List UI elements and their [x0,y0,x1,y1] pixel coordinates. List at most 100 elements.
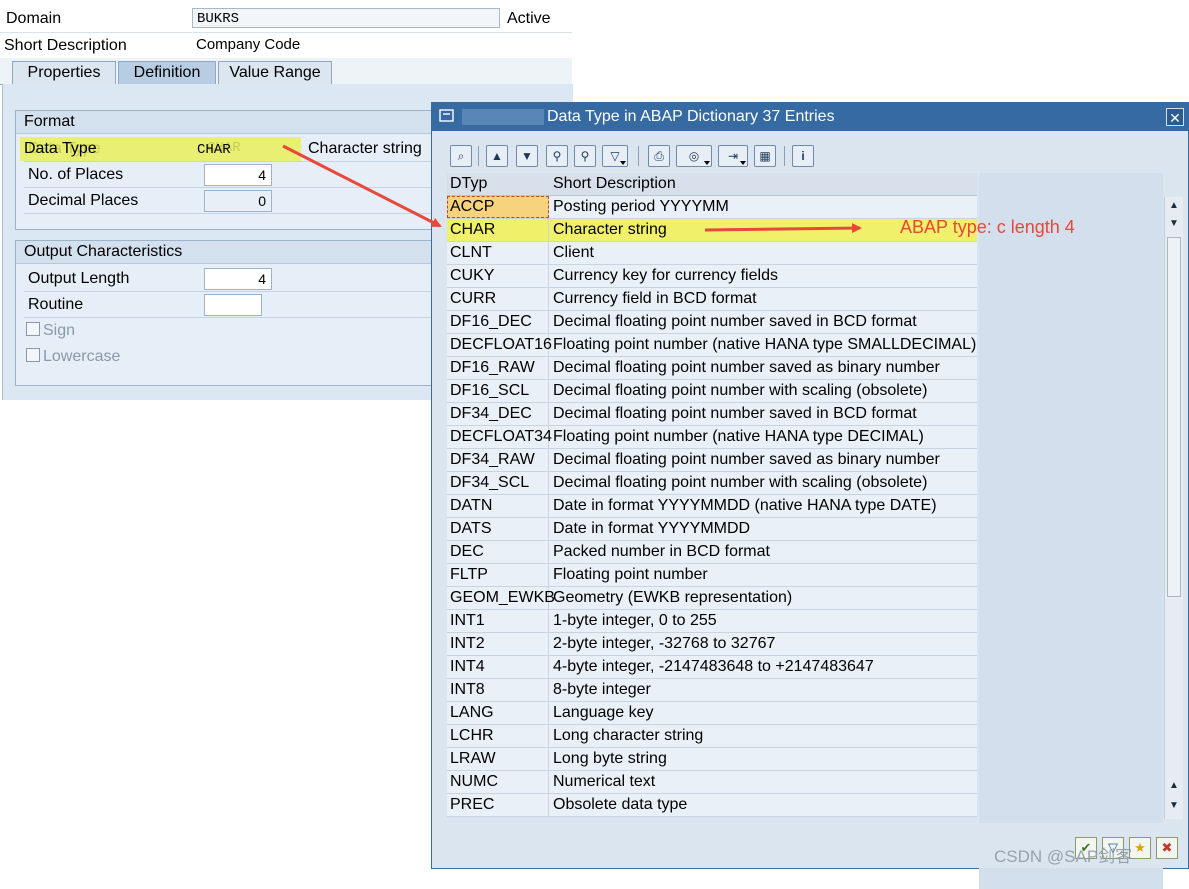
find-next-icon[interactable]: ⚲ [546,145,568,167]
list-item[interactable]: DATS Date in format YYYYMMDD [447,518,977,541]
cell-dtyp: LRAW [447,748,549,770]
places-input[interactable]: 4 [204,164,272,186]
list-item[interactable]: GEOM_EWKB Geometry (EWKB representation) [447,587,977,610]
places-label: No. of Places [28,166,124,183]
output-length-row: Output Length 4 [24,267,434,292]
cell-description: Client [553,244,594,261]
cell-description: Date in format YYYYMMDD (native HANA typ… [553,497,937,514]
output-length-input[interactable]: 4 [204,268,272,290]
tab-properties[interactable]: Properties [12,61,116,84]
list-item[interactable]: INT4 4-byte integer, -2147483648 to +2147… [447,656,977,679]
cell-description: Floating point number (native HANA type … [553,428,924,445]
column-dtyp[interactable]: DTyp [450,175,487,193]
sort-descending-icon[interactable]: ▼ [516,145,538,167]
cell-description: Packed number in BCD format [553,543,770,560]
list-item[interactable]: DF34_DEC Decimal floating point number sa… [447,403,977,426]
cell-description: Decimal floating point number saved as b… [553,451,940,468]
cell-description: Language key [553,704,654,721]
lowercase-checkbox[interactable]: Lowercase [26,348,120,366]
cell-description: Date in format YYYYMMDD [553,520,751,537]
cancel-icon[interactable]: ✖ [1156,837,1178,859]
sort-ascending-icon[interactable]: ▲ [486,145,508,167]
cell-description: Long character string [553,727,704,744]
list-item[interactable]: CLNT Client [447,242,977,265]
page-up-icon[interactable]: ▲ [1165,777,1183,795]
short-desc-field[interactable]: Company Code [192,35,572,55]
list-item[interactable]: DF34_RAW Decimal floating point number sa… [447,449,977,472]
favorite-add-icon[interactable]: ★ [1129,837,1151,859]
tab-strip: Properties Definition Value Range [0,58,572,85]
tab-value-range[interactable]: Value Range [218,61,332,84]
window-menu-icon[interactable] [439,109,455,123]
list-item[interactable]: DF16_RAW Decimal floating point number sa… [447,357,977,380]
close-icon: ✕ [1169,110,1181,126]
cell-description: 1-byte integer, 0 to 255 [553,612,717,629]
cell-dtyp: INT4 [447,656,549,678]
list-item[interactable]: NUMC Numerical text [447,771,977,794]
list-item[interactable]: DF16_SCL Decimal floating point number wi… [447,380,977,403]
layout-grid-icon[interactable]: ▦ [754,145,776,167]
routine-input[interactable] [204,294,262,316]
cell-dtyp: LANG [447,702,549,724]
sign-checkbox-box [26,322,40,336]
cell-description: Decimal floating point number saved as b… [553,359,940,376]
find-more-icon[interactable]: ⚲ [574,145,596,167]
annotation-text: ABAP type: c length 4 [900,217,1075,237]
cell-dtyp: DATS [447,518,549,540]
short-desc-row: Short Description Company Code [0,32,572,59]
list-item[interactable]: LCHR Long character string [447,725,977,748]
cell-dtyp: NUMC [447,771,549,793]
f4-help-dialog: Data Type in ABAP Dictionary 37 Entries … [431,102,1189,889]
scroll-up-icon[interactable]: ▲ [1165,197,1183,215]
filter-icon[interactable]: ▽ [602,145,628,167]
find-icon[interactable]: ⌕ [450,145,472,167]
list-item[interactable]: DF34_SCL Decimal floating point number wi… [447,472,977,495]
scroll-thumb[interactable] [1167,237,1181,597]
cell-description: Currency field in BCD format [553,290,757,307]
list-item[interactable]: DECFLOAT16 Floating point number (native … [447,334,977,357]
cell-dtyp: ACCP [447,196,549,218]
list-item[interactable]: CURR Currency field in BCD format [447,288,977,311]
list-item[interactable]: INT8 8-byte integer [447,679,977,702]
list-item[interactable]: DATN Date in format YYYYMMDD (native HANA… [447,495,977,518]
list-item[interactable]: CHAR Character string [447,219,977,242]
tab-definition[interactable]: Definition [118,61,216,84]
data-type-value-top[interactable]: CHAR [197,142,231,158]
list-item[interactable]: PREC Obsolete data type [447,794,977,817]
decimals-input[interactable]: 0 [204,190,272,212]
list-item[interactable]: INT2 2-byte integer, -32768 to 32767 [447,633,977,656]
routine-label: Routine [28,296,84,313]
domain-field[interactable]: BUKRS [192,8,500,28]
list-item[interactable]: DF16_DEC Decimal floating point number sa… [447,311,977,334]
list-header: DTyp Short Description [447,173,977,196]
list-item[interactable]: FLTP Floating point number [447,564,977,587]
cell-dtyp: DF34_RAW [447,449,549,471]
output-length-label: Output Length [28,270,130,287]
domain-row: Domain BUKRS Active [0,6,572,32]
page-down-icon[interactable]: ▼ [1165,797,1183,815]
cell-description: Currency key for currency fields [553,267,778,284]
list-item[interactable]: CUKY Currency key for currency fields [447,265,977,288]
close-button[interactable]: ✕ [1166,108,1184,126]
cell-description: Geometry (EWKB representation) [553,589,793,606]
dialog-titlebar[interactable]: Data Type in ABAP Dictionary 37 Entries … [432,103,1188,131]
list-item[interactable]: LANG Language key [447,702,977,725]
vertical-scrollbar[interactable]: ▲ ▼ [1164,197,1183,815]
column-short-description[interactable]: Short Description [553,175,676,193]
list-item[interactable]: INT1 1-byte integer, 0 to 255 [447,610,977,633]
sign-label: Sign [43,322,76,339]
info-icon[interactable]: i [792,145,814,167]
list-item[interactable]: ACCP Posting period YYYYMM [447,196,977,219]
sign-row: Sign [24,319,434,343]
print-icon[interactable]: ⎙ [648,145,670,167]
page-scrollbar[interactable]: ▲ ▼ [1164,773,1183,819]
list-item[interactable]: DEC Packed number in BCD format [447,541,977,564]
dialog-title: Data Type in ABAP Dictionary 37 Entries [547,108,835,125]
spreadsheet-icon[interactable]: ⇥ [718,145,748,167]
scroll-down-icon[interactable]: ▼ [1165,215,1183,233]
export-icon[interactable]: ◎ [676,145,712,167]
lowercase-checkbox-box [26,348,40,362]
list-item[interactable]: DECFLOAT34 Floating point number (native … [447,426,977,449]
sign-checkbox[interactable]: Sign [26,322,75,340]
list-item[interactable]: LRAW Long byte string [447,748,977,771]
